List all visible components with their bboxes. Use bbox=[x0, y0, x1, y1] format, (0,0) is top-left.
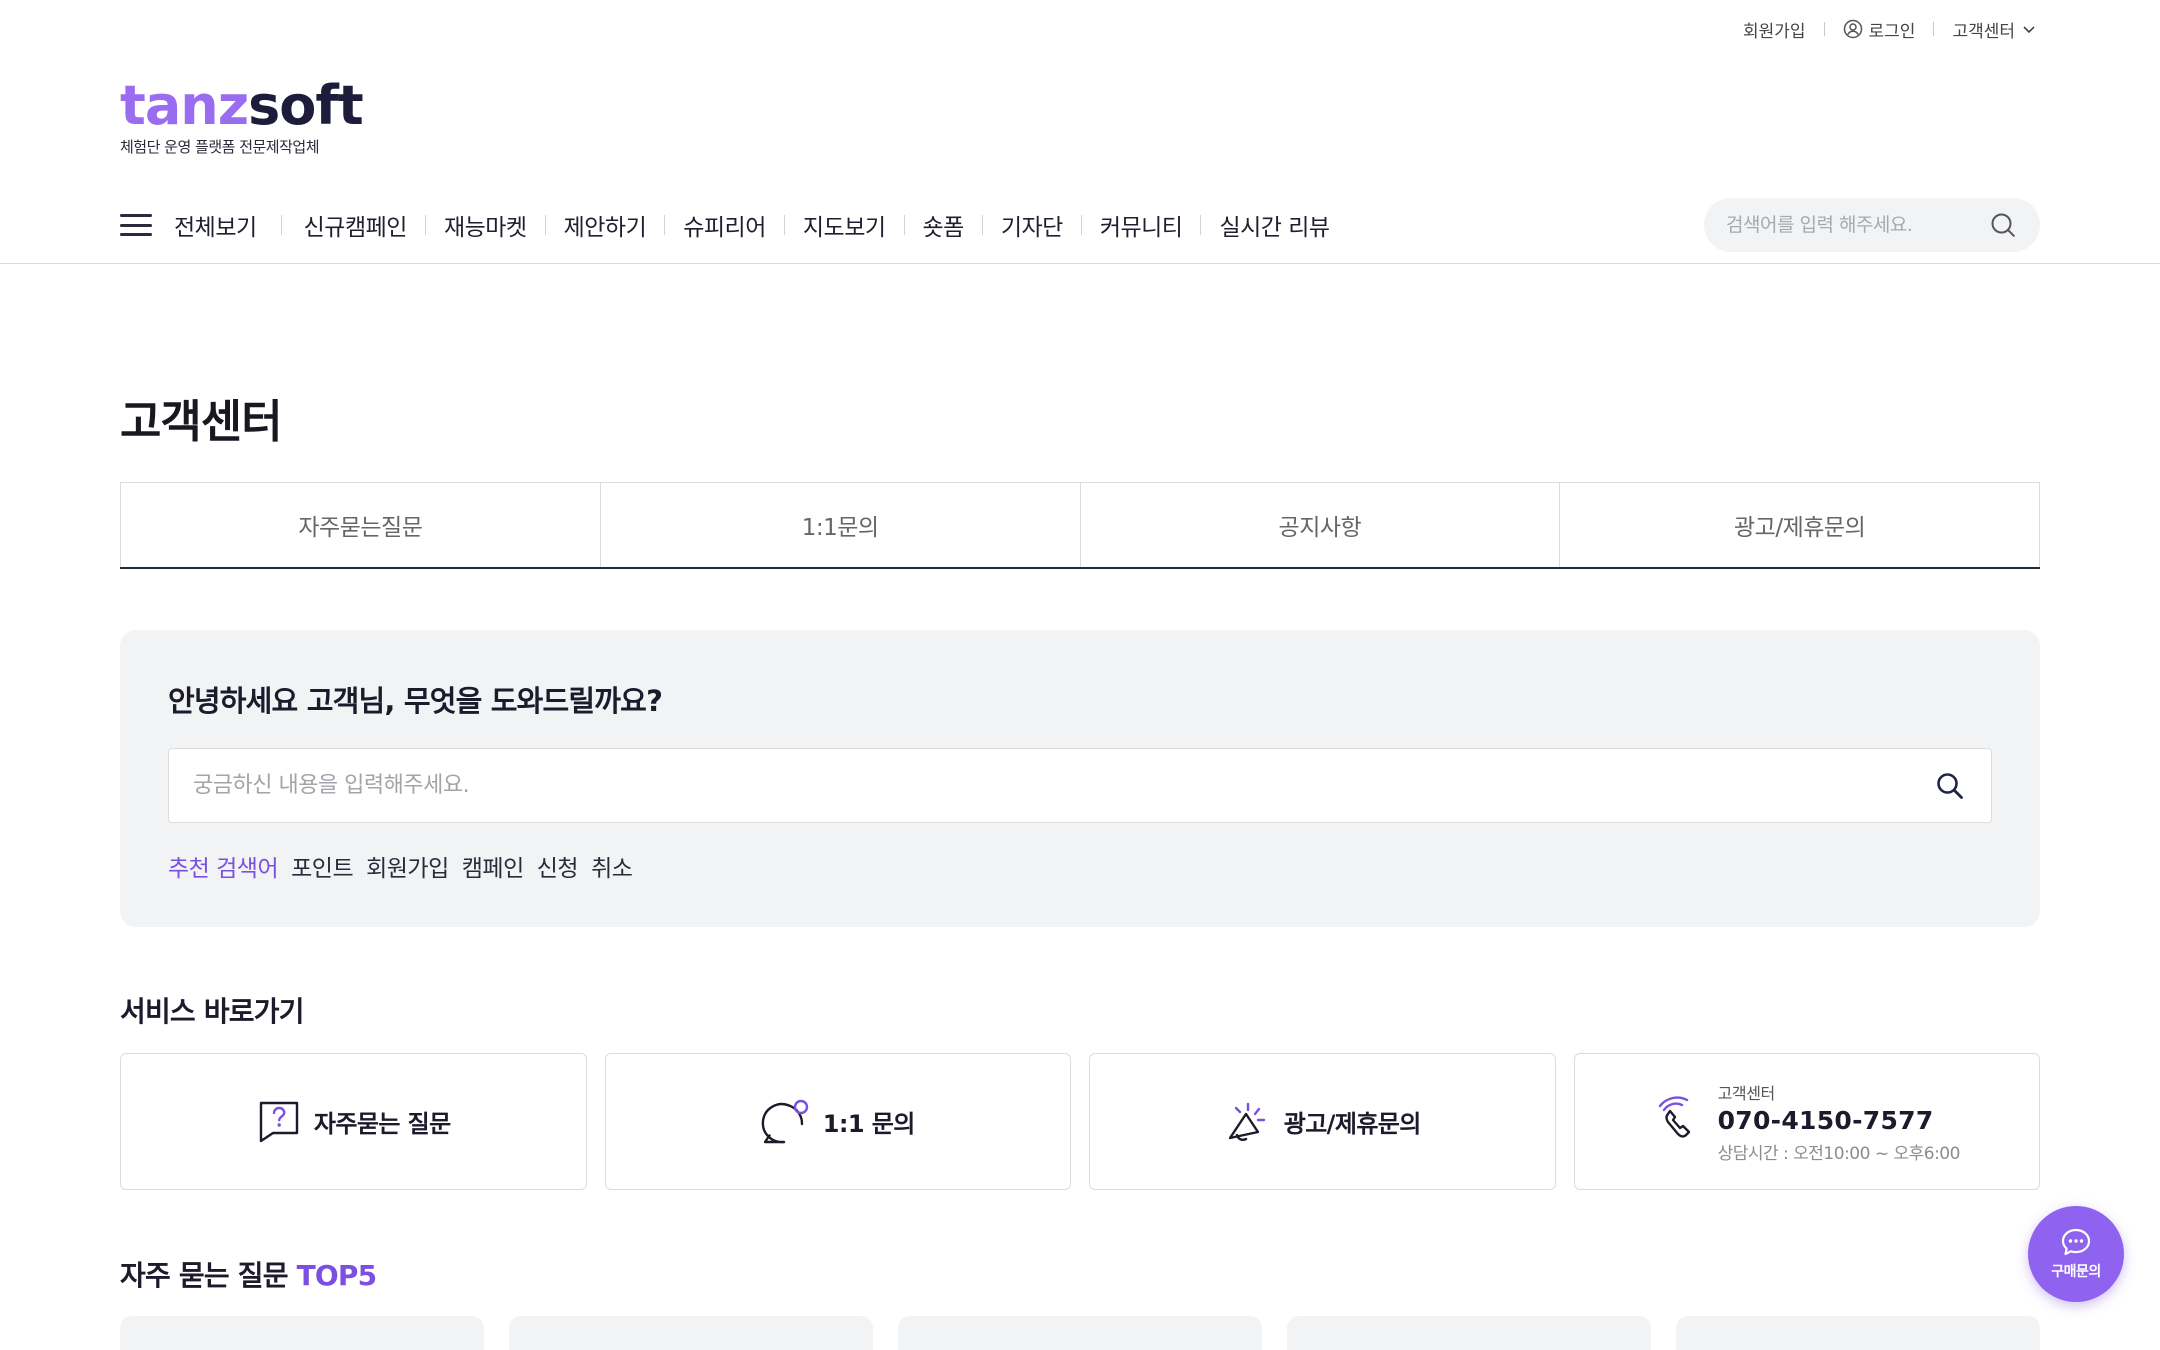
divider bbox=[1933, 22, 1935, 36]
nav-item-live-review[interactable]: 실시간 리뷰 bbox=[1219, 208, 1330, 242]
nav-item-superior[interactable]: 슈피리어 bbox=[683, 208, 766, 242]
user-circle-icon bbox=[1843, 19, 1862, 39]
tab-notice[interactable]: 공지사항 bbox=[1079, 482, 1561, 567]
recommended-keywords: 추천 검색어 포인트 회원가입 캠페인 신청 취소 bbox=[168, 849, 1992, 883]
faq-card[interactable] bbox=[509, 1316, 873, 1350]
purchase-inquiry-label: 구매문의 bbox=[2051, 1264, 2101, 1280]
nav-item-shortform[interactable]: 숏폼 bbox=[923, 208, 965, 242]
logo-subtitle: 체험단 운영 플랫폼 전문제작업체 bbox=[120, 138, 320, 156]
header-search bbox=[1704, 198, 2040, 252]
logo-wordmark: tanzsoft bbox=[120, 74, 364, 137]
service-shortcuts-title: 서비스 바로가기 bbox=[120, 995, 304, 1028]
nav-item-new-campaign[interactable]: 신규캠페인 bbox=[304, 208, 408, 242]
inquiry-shortcut-label: 1:1 문의 bbox=[822, 1110, 916, 1138]
nav-item-talent-market[interactable]: 재능마켓 bbox=[444, 208, 527, 242]
keyword-link[interactable]: 포인트 bbox=[291, 849, 353, 883]
header-search-input[interactable] bbox=[1726, 214, 1988, 236]
search-icon bbox=[1937, 772, 1963, 799]
header-divider bbox=[0, 263, 2160, 264]
nav-item-reporters[interactable]: 기자단 bbox=[1001, 208, 1063, 242]
nav-item-proposal[interactable]: 제안하기 bbox=[564, 208, 647, 242]
cs-tabs: 자주묻는질문 1:1문의 공지사항 광고/제휴문의 bbox=[120, 482, 2040, 569]
divider bbox=[1080, 215, 1082, 235]
keyword-link[interactable]: 회원가입 bbox=[366, 849, 449, 883]
keyword-link[interactable]: 취소 bbox=[591, 849, 633, 883]
divider bbox=[424, 215, 426, 235]
page-title: 고객센터 bbox=[120, 395, 283, 448]
divider bbox=[280, 215, 282, 235]
hamburger-menu-icon[interactable] bbox=[120, 214, 152, 236]
faq-top-title: 자주 묻는 질문 TOP5 bbox=[120, 1259, 378, 1292]
faq-shortcut-button[interactable]: 자주묻는 질문 bbox=[120, 1053, 587, 1190]
chevron-down-icon bbox=[2023, 26, 2035, 34]
faq-card[interactable] bbox=[1676, 1316, 2040, 1350]
main-nav: 전체보기 신규캠페인 재능마켓 제안하기 슈피리어 지도보기 숏폼 기자단 커뮤… bbox=[120, 205, 1330, 245]
recommended-label: 추천 검색어 bbox=[168, 856, 279, 882]
divider bbox=[903, 215, 905, 235]
nav-all[interactable]: 전체보기 bbox=[174, 208, 257, 242]
faq-shortcut-label: 자주묻는 질문 bbox=[313, 1110, 451, 1138]
faq-top-list bbox=[120, 1316, 2040, 1350]
utility-bar: 회원가입 로그인 고객센터 bbox=[1743, 14, 2037, 44]
help-search-box bbox=[168, 748, 1992, 823]
faq-top-accent: TOP5 bbox=[296, 1259, 378, 1292]
signup-link[interactable]: 회원가입 bbox=[1743, 17, 1806, 42]
customer-center-info: 고객센터 070-4150-7577 상담시간 : 오전10:00 ~ 오후6:… bbox=[1717, 1080, 1961, 1164]
divider bbox=[544, 215, 546, 235]
help-title: 안녕하세요 고객님, 무엇을 도와드릴까요? bbox=[168, 684, 663, 718]
faq-card[interactable] bbox=[898, 1316, 1262, 1350]
megaphone-icon bbox=[1228, 1102, 1265, 1141]
tab-ad-partnership[interactable]: 광고/제휴문의 bbox=[1559, 482, 2040, 567]
ad-shortcut-button[interactable]: 광고/제휴문의 bbox=[1089, 1053, 1556, 1190]
tab-inquiry[interactable]: 1:1문의 bbox=[599, 482, 1081, 567]
help-search-panel: 안녕하세요 고객님, 무엇을 도와드릴까요? 추천 검색어 포인트 회원가입 캠… bbox=[120, 630, 2040, 927]
divider bbox=[783, 215, 785, 235]
service-shortcuts: 자주묻는 질문 1:1 문의 광고/제휴문의 고객센터 070-4150-757… bbox=[120, 1053, 2040, 1190]
customer-center-phone-card[interactable]: 고객센터 070-4150-7577 상담시간 : 오전10:00 ~ 오후6:… bbox=[1573, 1053, 2040, 1190]
faq-card[interactable] bbox=[1287, 1316, 1651, 1350]
customer-center-label: 고객센터 bbox=[1717, 1083, 1776, 1103]
inquiry-shortcut-button[interactable]: 1:1 문의 bbox=[604, 1053, 1071, 1190]
search-icon bbox=[1991, 213, 2015, 237]
header-search-button[interactable] bbox=[1988, 210, 2018, 240]
question-bubble-icon bbox=[259, 1101, 299, 1142]
purchase-inquiry-button[interactable]: 구매문의 bbox=[2028, 1206, 2124, 1302]
nav-item-map[interactable]: 지도보기 bbox=[803, 208, 886, 242]
site-logo[interactable]: tanzsoft 체험단 운영 플랫폼 전문제작업체 bbox=[120, 74, 364, 157]
tab-faq[interactable]: 자주묻는질문 bbox=[120, 482, 601, 567]
help-search-button[interactable] bbox=[1933, 769, 1967, 803]
divider bbox=[1823, 22, 1825, 36]
chat-bubble-icon bbox=[761, 1099, 808, 1143]
ad-shortcut-label: 광고/제휴문의 bbox=[1283, 1110, 1422, 1138]
divider bbox=[664, 215, 666, 235]
customer-center-label: 고객센터 bbox=[1952, 21, 2015, 42]
faq-card[interactable] bbox=[120, 1316, 484, 1350]
keyword-link[interactable]: 캠페인 bbox=[462, 849, 524, 883]
keyword-link[interactable]: 신청 bbox=[537, 849, 579, 883]
customer-center-hours: 상담시간 : 오전10:00 ~ 오후6:00 bbox=[1717, 1143, 1961, 1164]
phone-icon bbox=[1658, 1095, 1690, 1138]
divider bbox=[1200, 215, 1202, 235]
customer-center-phone: 070-4150-7577 bbox=[1717, 1105, 1934, 1135]
nav-item-community[interactable]: 커뮤니티 bbox=[1100, 208, 1183, 242]
divider bbox=[981, 215, 983, 235]
customer-center-dropdown[interactable]: 고객센터 bbox=[1952, 17, 2037, 42]
login-label: 로그인 bbox=[1868, 21, 1916, 42]
chat-icon bbox=[2061, 1228, 2091, 1256]
login-link[interactable]: 로그인 bbox=[1843, 17, 1916, 42]
help-search-input[interactable] bbox=[193, 773, 1933, 798]
